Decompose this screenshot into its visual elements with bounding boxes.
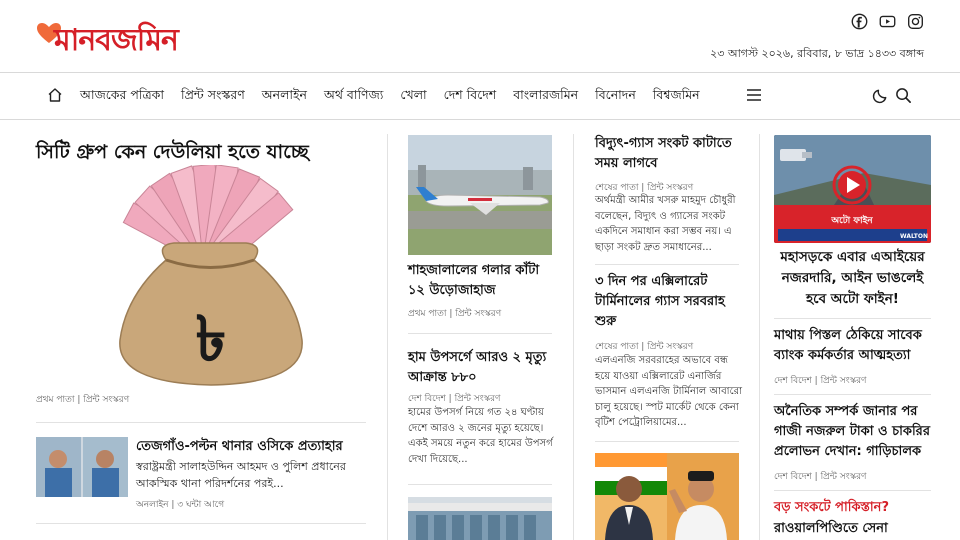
lead-headline[interactable]: সিটি গ্রুপ কেন দেউলিয়া হতে যাচ্ছে xyxy=(36,138,309,167)
c2-story2-tag: দেশ বিদেশ | প্রিন্ট সংস্করণ xyxy=(408,394,501,404)
logo-text: মানবজমিন xyxy=(54,23,179,58)
instagram-icon[interactable] xyxy=(907,13,924,30)
lead-tag: প্রথম পাতা | প্রিন্ট সংস্করণ xyxy=(36,395,130,405)
nav-item-banglarjomin[interactable]: বাংলারজমিন xyxy=(513,87,578,107)
c4-story3-kicker[interactable]: বড় সংকটে পাকিস্তান? xyxy=(774,498,889,519)
site-logo[interactable]: মানবজমিন xyxy=(36,12,186,58)
lead-image[interactable]: ৳ xyxy=(96,165,326,387)
home-icon[interactable] xyxy=(47,87,63,103)
hospital-image[interactable] xyxy=(408,497,552,540)
divider xyxy=(595,441,739,442)
divider xyxy=(595,264,739,265)
c2-story2-headline[interactable]: হাম উপসর্গে আরও ২ মৃত্যু আক্রান্ত ৮৮০ xyxy=(408,348,558,388)
nav-item-desh-bidesh[interactable]: দেশ বিদেশ xyxy=(444,87,497,107)
nav-item-ajker-potrika[interactable]: আজকের পত্রিকা xyxy=(80,87,164,107)
video-brand: WALTON xyxy=(900,233,928,240)
main-nav: আজকের পত্রিকা প্রিন্ট সংস্করণ অনলাইন অর্… xyxy=(0,72,960,120)
story2-tag: অনলাইন | ৩ ঘন্টা আগে xyxy=(136,500,225,510)
c3-story1-summary: অর্থমন্ত্রী আমীর খসরু মাহমুদ চৌধুরী বলেছ… xyxy=(595,195,736,253)
divider xyxy=(774,490,931,491)
search-icon[interactable] xyxy=(895,87,912,104)
youtube-icon[interactable] xyxy=(879,13,896,30)
divider xyxy=(774,318,931,319)
site-header: মানবজমিন ২৩ আগস্ট ২০২৬, রবিবার, ৮ ভাদ্র … xyxy=(0,0,960,72)
column-divider xyxy=(573,134,574,540)
politicians-image[interactable] xyxy=(595,453,739,540)
divider xyxy=(408,484,552,485)
c4-story1-tag: দেশ বিদেশ | প্রিন্ট সংস্করণ xyxy=(774,376,867,386)
divider xyxy=(36,523,366,524)
divider xyxy=(774,394,931,395)
c3-story2-headline[interactable]: ৩ দিন পর এক্সিলারেট টার্মিনালের গ্যাস সর… xyxy=(595,272,745,332)
facebook-icon[interactable] xyxy=(851,13,868,30)
c2-story1-tag: প্রথম পাতা | প্রিন্ট সংস্করণ xyxy=(408,309,502,319)
nav-item-business[interactable]: অর্থ বাণিজ্য xyxy=(324,87,383,107)
nav-items: আজকের পত্রিকা প্রিন্ট সংস্করণ অনলাইন অর্… xyxy=(80,87,700,107)
c4-story2-tag: দেশ বিদেশ | প্রিন্ট সংস্করণ xyxy=(774,472,867,482)
c3-story1-headline[interactable]: বিদ্যুৎ-গ্যাস সংকট কাটাতে সময় লাগবে xyxy=(595,134,745,174)
nav-item-sports[interactable]: খেলা xyxy=(400,87,426,107)
c4-video-headline[interactable]: মহাসড়কে এবার এআইয়ের নজরদারি, আইন ভাঙলে… xyxy=(774,247,931,310)
c3-story2-summary: এলএনজি সরবরাহের অভাবে বন্ধ হয়ে যাওয়া এ… xyxy=(595,355,742,428)
column-divider xyxy=(759,134,760,540)
divider xyxy=(408,333,552,334)
nav-item-bishwajomin[interactable]: বিশ্বজমিন xyxy=(653,87,700,107)
c2-story1-headline[interactable]: শাহজালালের গলার কাঁটা ১২ উড়োজাহাজ xyxy=(408,261,558,301)
story2-image[interactable] xyxy=(36,437,128,497)
story2-summary: স্বরাষ্ট্রমন্ত্রী সালাহউদ্দিন আহমদ ও পুল… xyxy=(136,460,346,491)
video-thumbnail[interactable]: অটো ফাইন WALTON xyxy=(774,135,931,243)
c4-story1-headline[interactable]: মাথায় পিস্তল ঠেকিয়ে সাবেক ব্যাংক কর্মক… xyxy=(774,326,931,366)
airplane-image[interactable] xyxy=(408,135,552,255)
nav-item-print-edition[interactable]: প্রিন্ট সংস্করণ xyxy=(181,87,245,107)
c2-story2-summary: হামের উপসর্গ নিয়ে গত ২৪ ঘণ্টায় দেশে আর… xyxy=(408,407,553,465)
c3-story2-tag: শেষের পাতা | প্রিন্ট সংস্করণ xyxy=(595,342,694,352)
dark-mode-icon[interactable] xyxy=(872,87,889,104)
date-line: ২৩ আগস্ট ২০২৬, রবিবার, ৮ ভাদ্র ১৪৩৩ বঙ্গ… xyxy=(710,47,924,60)
svg-text:৳: ৳ xyxy=(196,302,227,375)
story2-headline[interactable]: তেজগাঁও-পল্টন থানার ওসিকে প্রত্যাহার xyxy=(136,437,343,457)
column-divider xyxy=(387,134,388,540)
c4-story3-headline[interactable]: রাওয়ালপিণ্ডিতে সেনা xyxy=(774,519,888,540)
menu-icon[interactable] xyxy=(746,88,762,102)
nav-item-online[interactable]: অনলাইন xyxy=(262,87,307,107)
social-links xyxy=(851,13,924,30)
nav-item-entertainment[interactable]: বিনোদন xyxy=(595,87,636,107)
c4-story2-headline[interactable]: অনৈতিক সম্পর্ক জানার পর গাজী নজরুল টাকা … xyxy=(774,402,931,462)
divider xyxy=(36,422,366,423)
